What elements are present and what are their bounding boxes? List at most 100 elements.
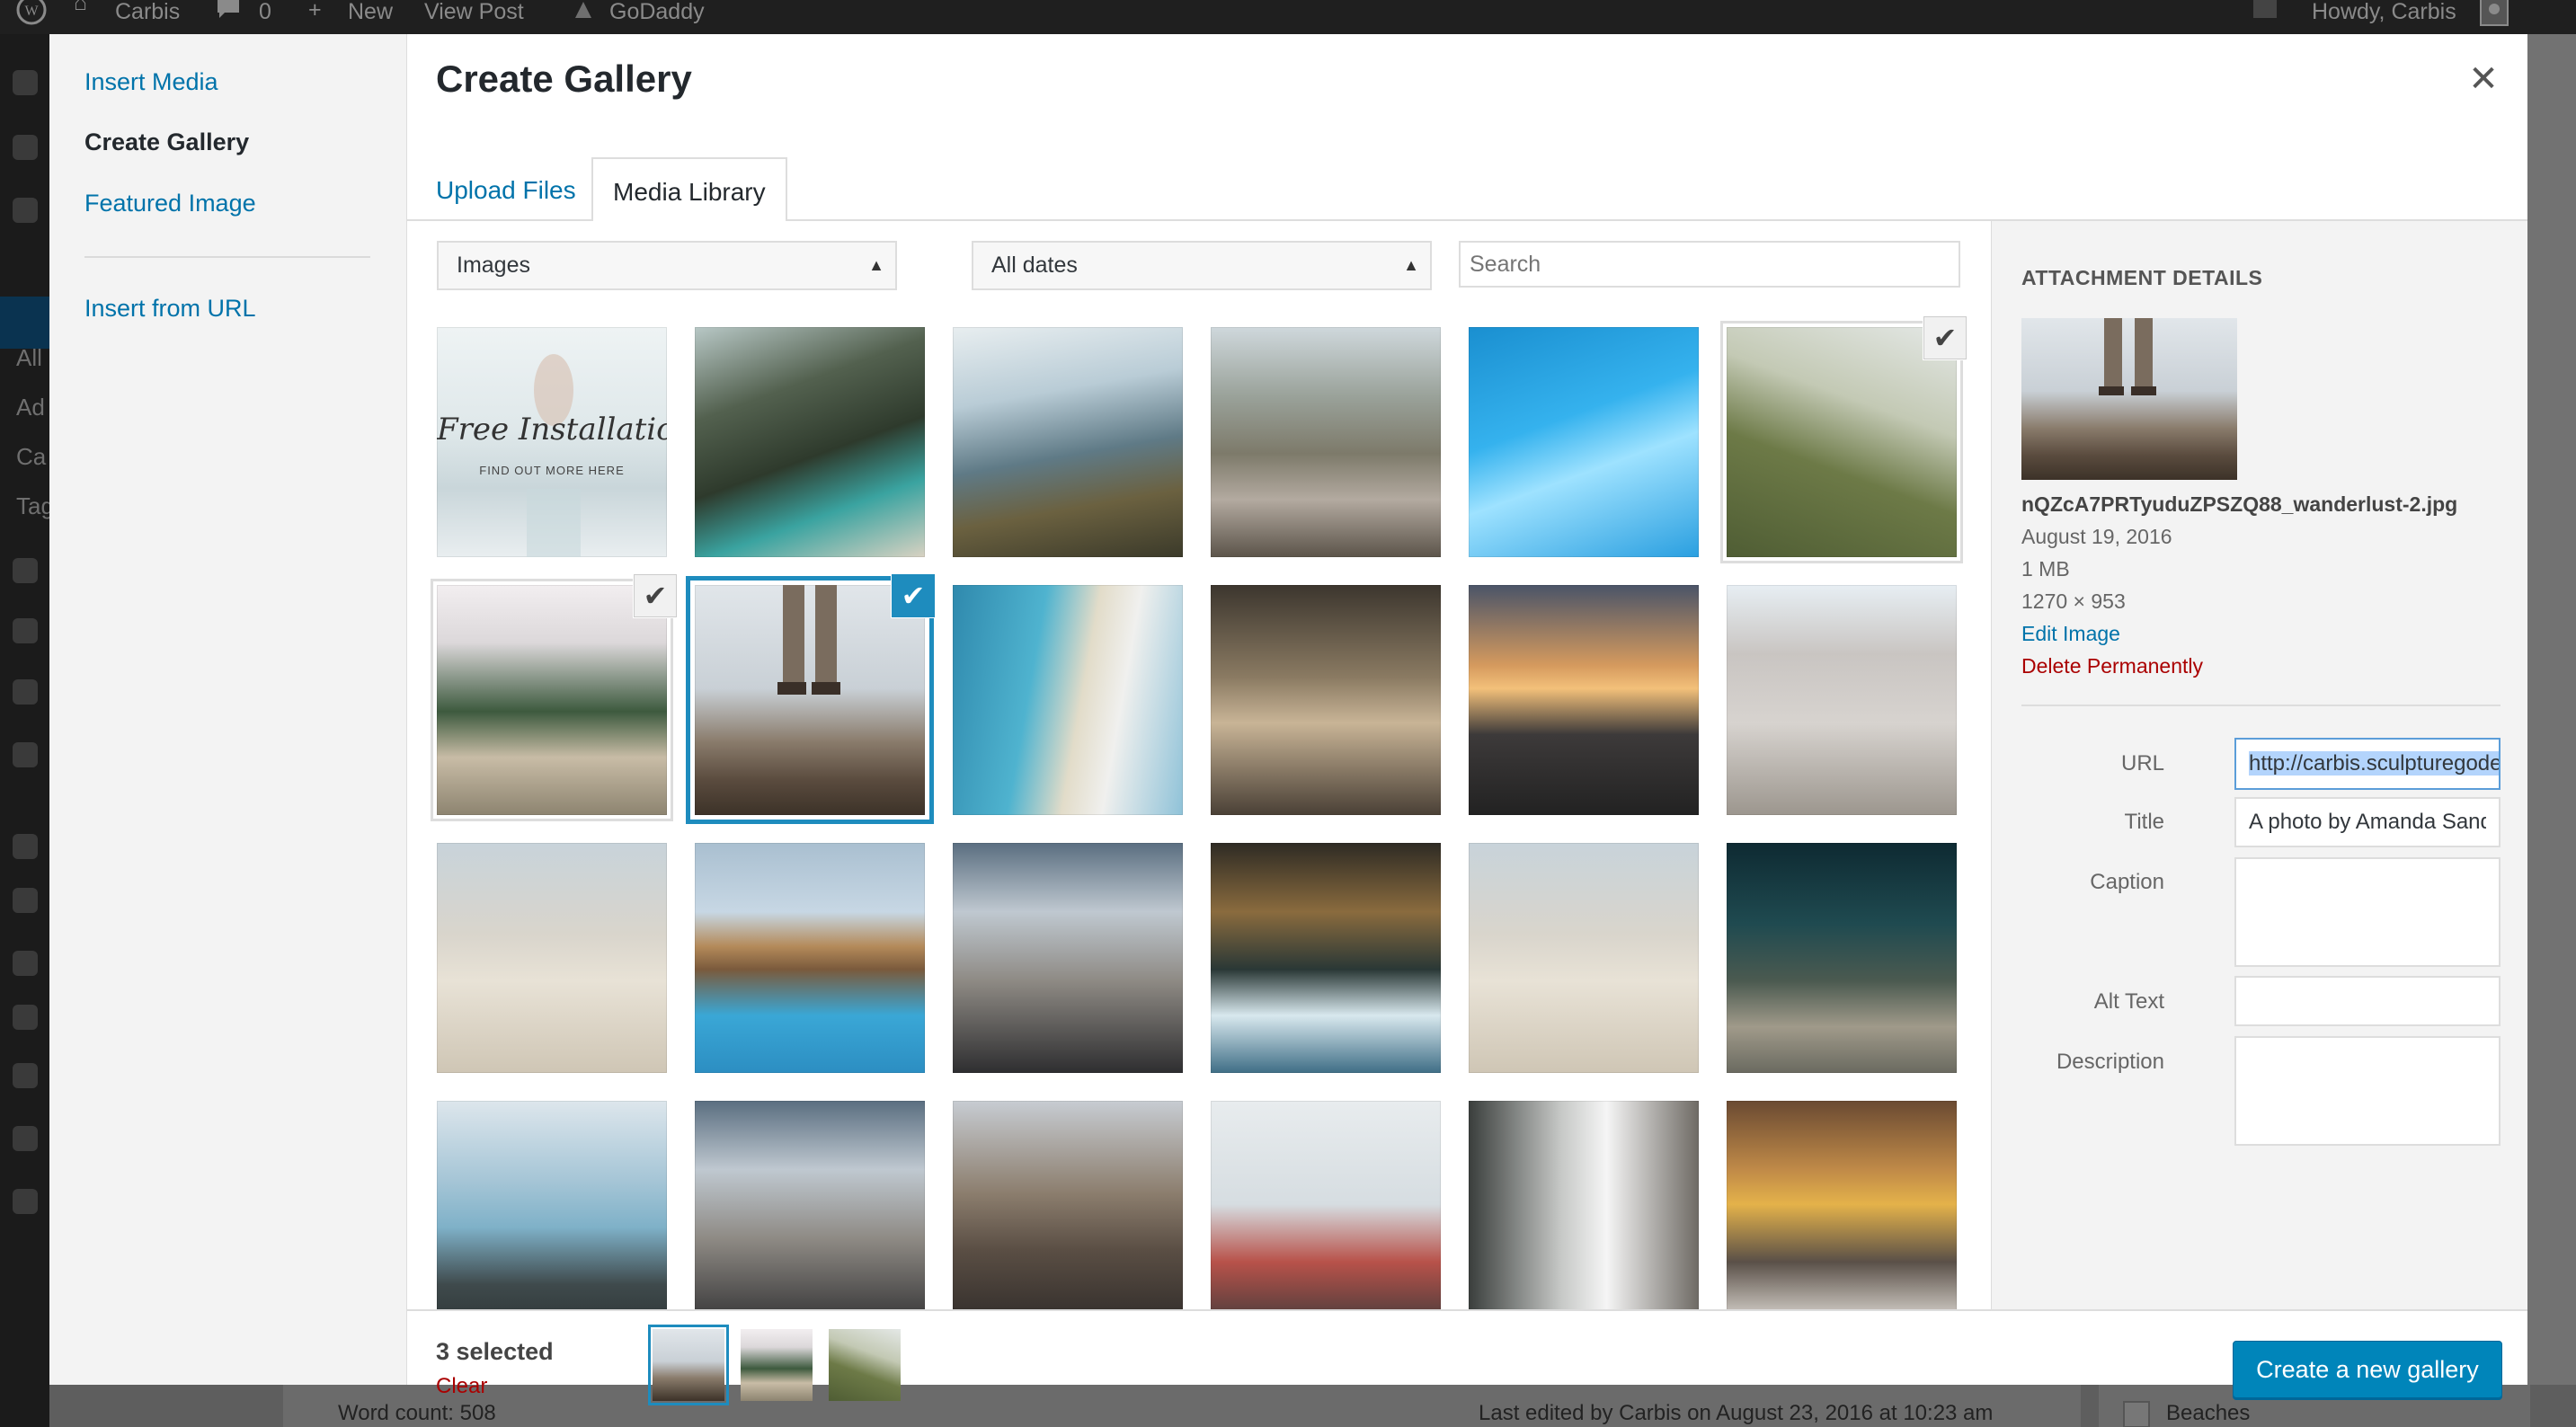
legs-figure-icon [777,585,840,695]
menu-insert-media[interactable]: Insert Media [84,68,218,96]
seo-icon[interactable] [13,1126,38,1151]
user-avatar[interactable] [2479,0,2509,31]
title-label: Title [2124,810,2164,834]
admin-bar: W ⌂ Carbis 0 + New View Post GoDaddy How… [0,0,2576,34]
url-field[interactable]: http://carbis.sculpturegode [2234,738,2500,790]
wordpress-logo-icon[interactable]: W [16,0,47,29]
attachment-thumb[interactable] [1211,843,1441,1073]
attachment-thumb[interactable]: Free Installation FIND OUT MORE HERE [437,327,667,557]
comments-count[interactable]: 0 [259,0,271,34]
media-search-input[interactable] [1459,241,1960,288]
admin-menu-tags[interactable]: Tag [16,492,54,520]
edit-image-link[interactable]: Edit Image [2021,622,2120,646]
jetpack-icon[interactable] [13,135,38,160]
settings-icon[interactable] [13,1063,38,1088]
menu-insert-from-url[interactable]: Insert from URL [84,295,256,323]
create-gallery-button[interactable]: Create a new gallery [2233,1341,2502,1398]
modal-title: Create Gallery [436,58,692,100]
posts-menu-active[interactable] [0,297,49,349]
title-field[interactable] [2234,797,2500,847]
tab-upload-files[interactable]: Upload Files [416,157,596,223]
plus-icon: + [308,0,322,22]
caption-label: Caption [2090,870,2164,894]
site-name-link[interactable]: Carbis [115,0,180,34]
caption-field[interactable] [2234,857,2500,967]
checkmark-icon[interactable]: ✔ [634,574,677,617]
attachment-thumb[interactable] [1727,1101,1957,1309]
background-sidebar-edge [2527,34,2576,1427]
attachment-filesize: 1 MB [2021,557,2070,581]
attachment-thumb[interactable] [695,1101,925,1309]
attachment-thumb[interactable] [1211,1101,1441,1309]
selection-thumb[interactable] [829,1329,901,1401]
attachment-thumb[interactable] [1469,843,1699,1073]
pin-icon[interactable] [13,198,38,223]
menu-featured-image[interactable]: Featured Image [84,190,256,217]
pages-icon[interactable] [13,618,38,643]
godaddy-link[interactable]: GoDaddy [609,0,705,34]
admin-menu-all[interactable]: All [16,344,42,372]
attachment-thumb[interactable] [1469,1101,1699,1309]
category-label: Beaches [2166,1401,2251,1425]
media-icon[interactable] [13,558,38,583]
attachment-thumb-selected[interactable]: ✔ [1720,316,1967,563]
media-toolbar: 3 selected Clear Create a new gallery [407,1309,2527,1405]
dashboard-icon[interactable] [13,70,38,95]
plugins-icon[interactable] [13,888,38,913]
checkmark-icon[interactable]: ✔ [1923,316,1967,359]
media-date-filter[interactable]: All dates ▲ [972,241,1432,290]
admin-side-menu: All Ad Ca Tag [0,34,54,1427]
notifications-icon[interactable] [2252,0,2278,34]
attachments-browser: Images ▲ All dates ▲ Free Installation F… [407,221,1991,1309]
alt-text-field[interactable] [2234,976,2500,1026]
alt-text-label: Alt Text [2093,989,2164,1014]
media-type-filter[interactable]: Images ▲ [437,241,897,290]
attachment-thumb[interactable] [953,1101,1183,1309]
details-separator [2021,705,2500,706]
background-editor-footer: Word count: 508 Last edited by Carbis on… [49,1385,2576,1427]
view-post-link[interactable]: View Post [424,0,524,34]
collapse-menu-icon[interactable] [13,1189,38,1214]
delete-permanently-link[interactable]: Delete Permanently [2021,654,2203,678]
new-link[interactable]: New [348,0,393,34]
attachment-date: August 19, 2016 [2021,525,2172,548]
attachment-thumb[interactable] [695,843,925,1073]
attachment-thumb[interactable] [1211,327,1441,557]
appearance-icon[interactable] [13,834,38,859]
media-type-filter-value: Images [457,253,530,278]
forms-icon[interactable] [13,742,38,767]
attachment-thumb-selected[interactable]: ✔ [431,574,677,821]
attachment-thumb[interactable] [437,843,667,1073]
selection-thumb[interactable] [741,1329,813,1401]
comments-icon[interactable] [216,0,241,32]
howdy-user-link[interactable]: Howdy, Carbis [2312,0,2456,34]
attachment-thumb[interactable] [695,327,925,557]
selection-thumb[interactable] [648,1325,729,1405]
attachment-thumb[interactable] [1211,585,1441,815]
attachment-thumb[interactable] [1727,585,1957,815]
users-icon[interactable] [13,951,38,976]
tab-media-library[interactable]: Media Library [591,157,787,223]
attachment-thumb[interactable] [953,843,1183,1073]
admin-menu-categories[interactable]: Ca [16,443,46,471]
attachment-filename: nQZcA7PRTyuduZPSZQ88_wanderlust-2.jpg [2021,492,2458,516]
menu-create-gallery[interactable]: Create Gallery [84,129,249,156]
attachment-thumb[interactable] [1469,327,1699,557]
checkmark-icon[interactable]: ✔ [892,574,935,617]
comments-menu-icon[interactable] [13,679,38,705]
attachment-thumb-current[interactable]: ✔ [686,574,935,824]
tools-icon[interactable] [13,1005,38,1030]
description-field[interactable] [2234,1036,2500,1146]
close-icon[interactable]: ✕ [2461,57,2506,102]
category-checkbox[interactable] [2123,1401,2150,1427]
clear-selection-link[interactable]: Clear [436,1374,487,1399]
attachment-thumb[interactable] [437,1101,667,1309]
word-count: Word count: 508 [338,1401,496,1425]
admin-menu-add[interactable]: Ad [16,394,45,421]
attachment-thumb[interactable] [953,585,1183,815]
attachment-thumb[interactable] [1727,843,1957,1073]
godaddy-icon [572,0,595,32]
attachment-thumb[interactable] [953,327,1183,557]
attachment-thumb[interactable] [1469,585,1699,815]
last-edited: Last edited by Carbis on August 23, 2016… [1479,1401,1994,1425]
